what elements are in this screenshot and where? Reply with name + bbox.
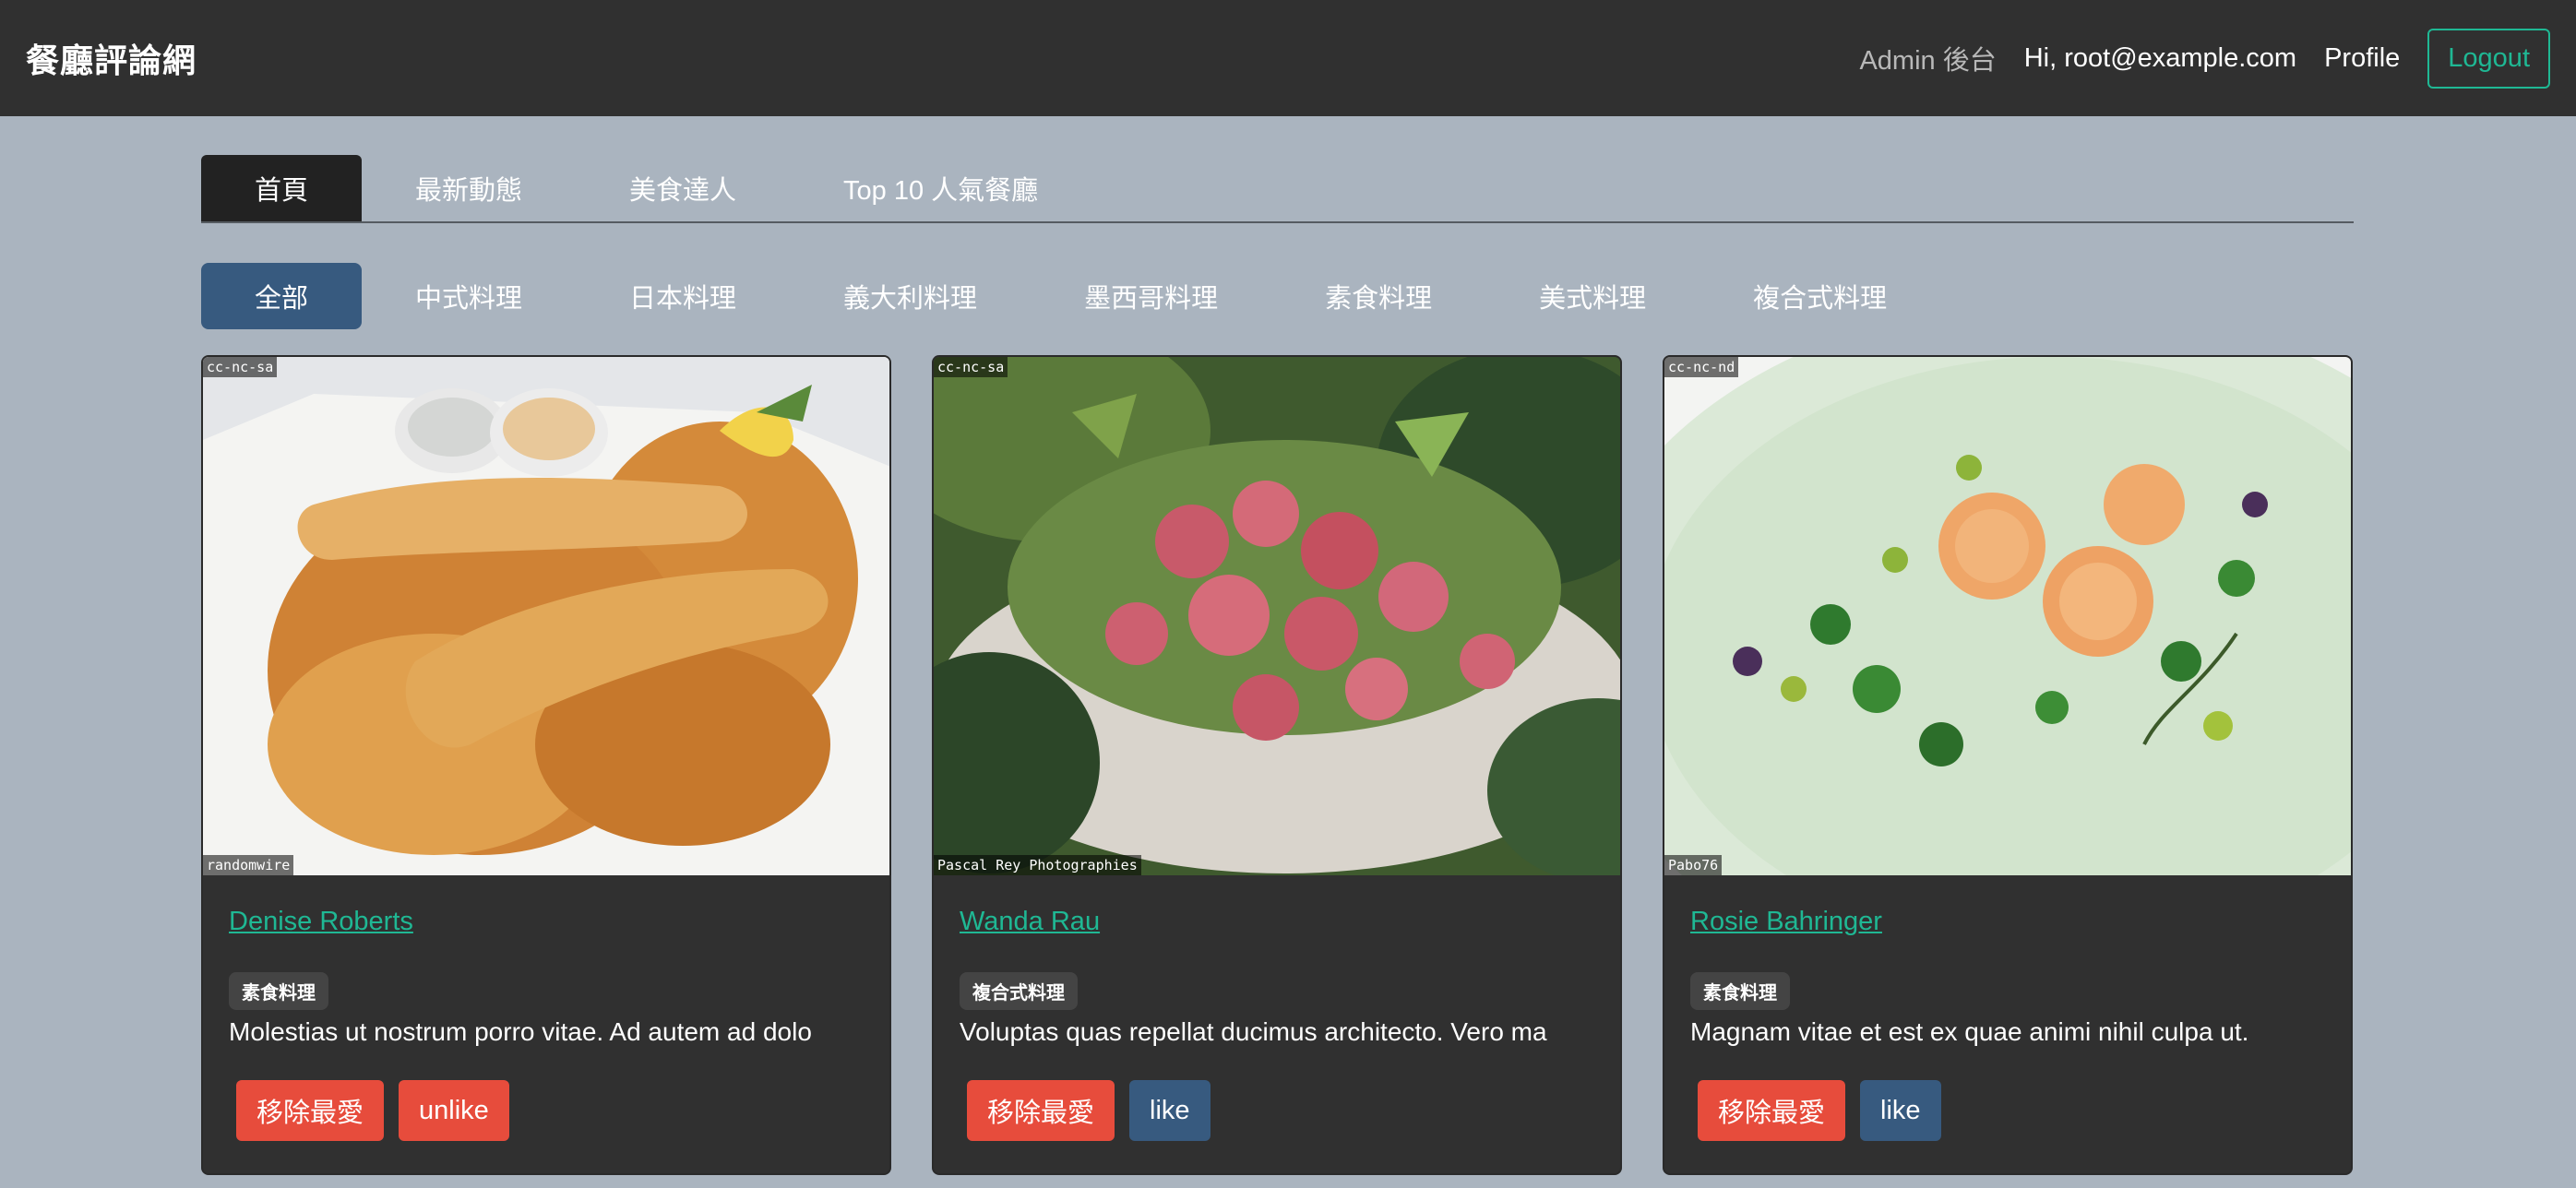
license-tag: cc-nc-sa <box>203 357 278 377</box>
fish-and-chips-icon <box>203 357 889 875</box>
restaurant-image[interactable]: cc-nc-nd Pabo76 <box>1664 357 2351 875</box>
admin-link[interactable]: Admin 後台 <box>1859 39 1996 77</box>
category-american[interactable]: 美式料理 <box>1485 263 1699 329</box>
restaurant-cards: cc-nc-sa randomwire Denise Roberts 素食料理 … <box>201 355 2353 1175</box>
category-chinese[interactable]: 中式料理 <box>362 263 576 329</box>
brand-logo[interactable]: 餐廳評論網 <box>26 34 197 82</box>
tab-top-restaurants[interactable]: Top 10 人氣餐廳 <box>790 155 1091 221</box>
category-nav: 全部 中式料理 日本料理 義大利料理 墨西哥料理 素食料理 美式料理 複合式料理 <box>201 263 1940 329</box>
photo-credit: randomwire <box>203 855 294 875</box>
melon-soup-icon <box>1664 357 2351 875</box>
tuna-salad-icon <box>934 357 1620 875</box>
restaurant-description: Molestias ut nostrum porro vitae. Ad aut… <box>229 1017 812 1046</box>
restaurant-name-link[interactable]: Rosie Bahringer <box>1690 907 1882 937</box>
like-button[interactable]: like <box>1860 1080 1941 1141</box>
remove-favorite-button[interactable]: 移除最愛 <box>236 1080 385 1141</box>
category-all[interactable]: 全部 <box>201 263 363 329</box>
restaurant-image[interactable]: cc-nc-sa randomwire <box>203 357 889 875</box>
card-actions: 移除最愛 like <box>967 1080 1210 1141</box>
nav-right: Admin 後台 Hi, root@example.com Profile Lo… <box>1859 28 2550 89</box>
restaurant-description: Voluptas quas repellat ducimus architect… <box>960 1017 1547 1046</box>
category-badge: 素食料理 <box>1690 972 1790 1010</box>
remove-favorite-button[interactable]: 移除最愛 <box>1698 1080 1846 1141</box>
photo-credit: Pascal Rey Photographies <box>934 855 1141 875</box>
category-vegetarian[interactable]: 素食料理 <box>1271 263 1485 329</box>
card-actions: 移除最愛 unlike <box>236 1080 509 1141</box>
restaurant-name-link[interactable]: Denise Roberts <box>229 907 413 937</box>
category-italian[interactable]: 義大利料理 <box>790 263 1031 329</box>
category-japanese[interactable]: 日本料理 <box>576 263 790 329</box>
user-greeting-link[interactable]: Hi, root@example.com <box>2024 43 2296 74</box>
license-tag: cc-nc-nd <box>1664 357 1739 377</box>
restaurant-image[interactable]: cc-nc-sa Pascal Rey Photographies <box>934 357 1620 875</box>
license-tag: cc-nc-sa <box>934 357 1008 377</box>
restaurant-description: Magnam vitae et est ex quae animi nihil … <box>1690 1017 2249 1046</box>
tab-top-users[interactable]: 美食達人 <box>576 155 790 221</box>
card-body: Wanda Rau 複合式料理 Voluptas quas repellat d… <box>934 875 1620 1047</box>
category-badge: 素食料理 <box>229 972 328 1010</box>
restaurant-card: cc-nc-nd Pabo76 Rosie Bahringer 素食料理 Mag… <box>1663 355 2353 1175</box>
unlike-button[interactable]: unlike <box>399 1080 509 1141</box>
photo-credit: Pabo76 <box>1664 855 1723 875</box>
restaurant-name-link[interactable]: Wanda Rau <box>960 907 1100 937</box>
profile-link[interactable]: Profile <box>2324 43 2400 74</box>
remove-favorite-button[interactable]: 移除最愛 <box>967 1080 1115 1141</box>
card-body: Rosie Bahringer 素食料理 Magnam vitae et est… <box>1664 875 2351 1047</box>
top-navbar: 餐廳評論網 Admin 後台 Hi, root@example.com Prof… <box>0 0 2576 116</box>
restaurant-card: cc-nc-sa Pascal Rey Photographies Wanda … <box>932 355 1622 1175</box>
card-body: Denise Roberts 素食料理 Molestias ut nostrum… <box>203 875 889 1047</box>
logout-button[interactable]: Logout <box>2427 28 2550 89</box>
card-actions: 移除最愛 like <box>1698 1080 1941 1141</box>
category-fusion[interactable]: 複合式料理 <box>1699 263 1940 329</box>
category-badge: 複合式料理 <box>960 972 1078 1010</box>
main-tabs: 首頁 最新動態 美食達人 Top 10 人氣餐廳 <box>201 155 2354 223</box>
restaurant-card: cc-nc-sa randomwire Denise Roberts 素食料理 … <box>201 355 891 1175</box>
tab-home[interactable]: 首頁 <box>201 155 363 221</box>
like-button[interactable]: like <box>1129 1080 1210 1141</box>
tab-feeds[interactable]: 最新動態 <box>362 155 576 221</box>
category-mexican[interactable]: 墨西哥料理 <box>1031 263 1271 329</box>
